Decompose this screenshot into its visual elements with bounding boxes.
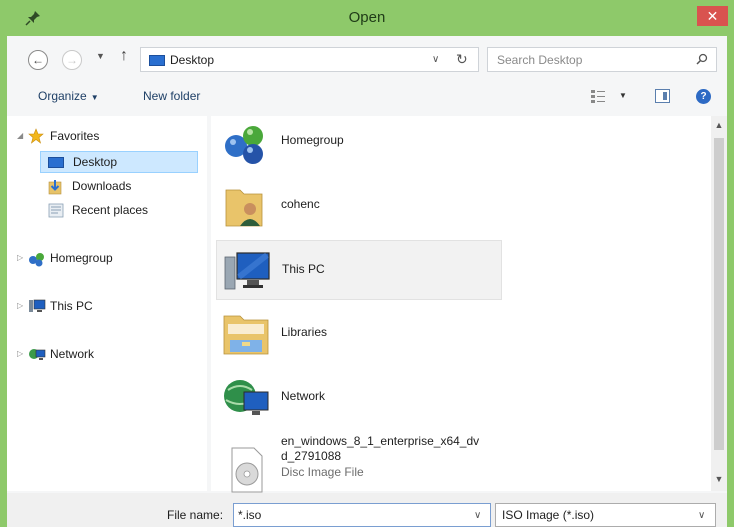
help-icon[interactable]: ?	[696, 89, 711, 104]
nav-item-label: Recent places	[72, 203, 149, 217]
search-box[interactable]: Search Desktop	[487, 47, 717, 72]
nav-item-downloads[interactable]: Downloads	[40, 176, 198, 198]
file-name-row: File name: *.iso ∨ ISO Image (*.iso) ∨	[7, 493, 727, 527]
nav-item-homegroup[interactable]: ▷ Homegroup	[17, 248, 197, 270]
nav-favorites[interactable]: ◢ Favorites	[17, 126, 197, 148]
list-item-homegroup[interactable]: Homegroup	[216, 112, 502, 172]
recent-places-icon	[48, 203, 64, 218]
command-bar: Organize ▼ New folder ▼ ?	[7, 80, 727, 112]
file-name-field[interactable]: *.iso ∨	[233, 503, 491, 527]
scrollbar-thumb[interactable]	[714, 138, 724, 450]
address-bar[interactable]: Desktop ∨ ↻	[140, 47, 479, 72]
address-path[interactable]: Desktop	[170, 53, 214, 67]
nav-item-label: Homegroup	[50, 251, 113, 265]
desktop-icon	[48, 157, 64, 168]
list-item-this-pc[interactable]: This PC	[216, 240, 502, 300]
refresh-button[interactable]: ↻	[456, 51, 468, 68]
file-name: Libraries	[281, 325, 328, 339]
organize-label: Organize	[38, 89, 87, 103]
chevron-down-icon[interactable]: ∨	[698, 510, 705, 521]
list-item-libraries[interactable]: Libraries	[216, 304, 502, 364]
nav-item-label: This PC	[50, 299, 93, 313]
recent-locations-chevron-icon[interactable]: ▼	[96, 51, 105, 61]
downloads-icon	[48, 180, 62, 195]
star-icon	[28, 128, 44, 144]
nav-item-network[interactable]: ▷ Network	[17, 344, 197, 366]
back-button[interactable]: ←	[28, 50, 48, 70]
file-name-value[interactable]: *.iso	[238, 508, 261, 522]
collapsed-triangle-icon[interactable]: ▷	[17, 253, 23, 262]
homegroup-icon	[29, 253, 44, 267]
file-name: This PC	[282, 262, 325, 276]
nav-favorites-label: Favorites	[50, 129, 100, 143]
search-icon[interactable]	[696, 53, 708, 65]
dialog-body: ← → ▼ ↑ Desktop ∨ ↻ Search Desktop Organ…	[7, 36, 727, 527]
file-name-history-chevron-icon[interactable]: ∨	[474, 510, 481, 521]
file-type: Disc Image File	[281, 465, 364, 479]
computer-icon	[224, 252, 270, 290]
file-name: cohenc	[281, 197, 320, 211]
file-name: Homegroup	[281, 133, 344, 147]
vertical-scrollbar[interactable]: ▲ ▼	[711, 116, 727, 491]
desktop-icon	[149, 55, 165, 66]
computer-icon	[29, 299, 46, 312]
file-type-value: ISO Image (*.iso)	[502, 508, 595, 522]
expanded-triangle-icon[interactable]: ◢	[17, 131, 23, 140]
nav-item-desktop[interactable]: Desktop	[40, 151, 198, 173]
close-button[interactable]: ✕	[697, 6, 728, 26]
nav-item-label: Desktop	[73, 155, 118, 169]
nav-item-label: Network	[50, 347, 95, 361]
organize-button[interactable]: Organize ▼	[38, 89, 99, 103]
file-name-line-1: en_windows_8_1_enterprise_x64_dv	[281, 434, 480, 448]
network-icon	[29, 349, 46, 360]
file-name-label: File name:	[167, 508, 224, 522]
nav-item-label: Downloads	[72, 179, 132, 193]
view-options-chevron-icon[interactable]: ▼	[619, 91, 627, 100]
list-item-cohenc[interactable]: cohenc	[216, 176, 502, 236]
disc-image-icon	[231, 447, 263, 493]
forward-button[interactable]: →	[62, 50, 82, 70]
new-folder-button[interactable]: New folder	[143, 89, 200, 103]
file-name-line-2: d_2791088	[281, 449, 342, 463]
address-history-chevron-icon[interactable]: ∨	[432, 54, 439, 65]
scroll-down-icon[interactable]: ▼	[711, 474, 727, 484]
file-name: Network	[281, 389, 326, 403]
libraries-icon	[223, 315, 269, 355]
up-button[interactable]: ↑	[120, 47, 128, 65]
nav-item-this-pc[interactable]: ▷ This PC	[17, 296, 197, 318]
list-item-network[interactable]: Network	[216, 368, 502, 428]
chevron-down-icon: ▼	[90, 93, 99, 102]
homegroup-icon	[225, 126, 263, 164]
collapsed-triangle-icon[interactable]: ▷	[17, 301, 23, 310]
collapsed-triangle-icon[interactable]: ▷	[17, 349, 23, 358]
nav-item-recent-places[interactable]: Recent places	[40, 200, 198, 222]
network-icon	[224, 380, 269, 415]
search-input[interactable]: Search Desktop	[497, 53, 582, 67]
change-view-icon[interactable]	[591, 89, 605, 103]
user-folder-icon	[225, 189, 263, 227]
window-title: Open	[348, 9, 386, 26]
open-dialog: Open ✕ ← → ▼ ↑ Desktop ∨ ↻ Search Deskto…	[0, 0, 734, 527]
file-list: Homegroup cohenc This PC Libraries Netwo…	[211, 116, 711, 493]
preview-pane-icon[interactable]	[655, 89, 670, 103]
navigation-pane: ◢ Favorites Desktop Downloads Recent pla…	[7, 116, 207, 491]
title-bar[interactable]: Open ✕	[0, 0, 734, 36]
scroll-up-icon[interactable]: ▲	[711, 120, 727, 130]
file-type-select[interactable]: ISO Image (*.iso) ∨	[495, 503, 716, 527]
